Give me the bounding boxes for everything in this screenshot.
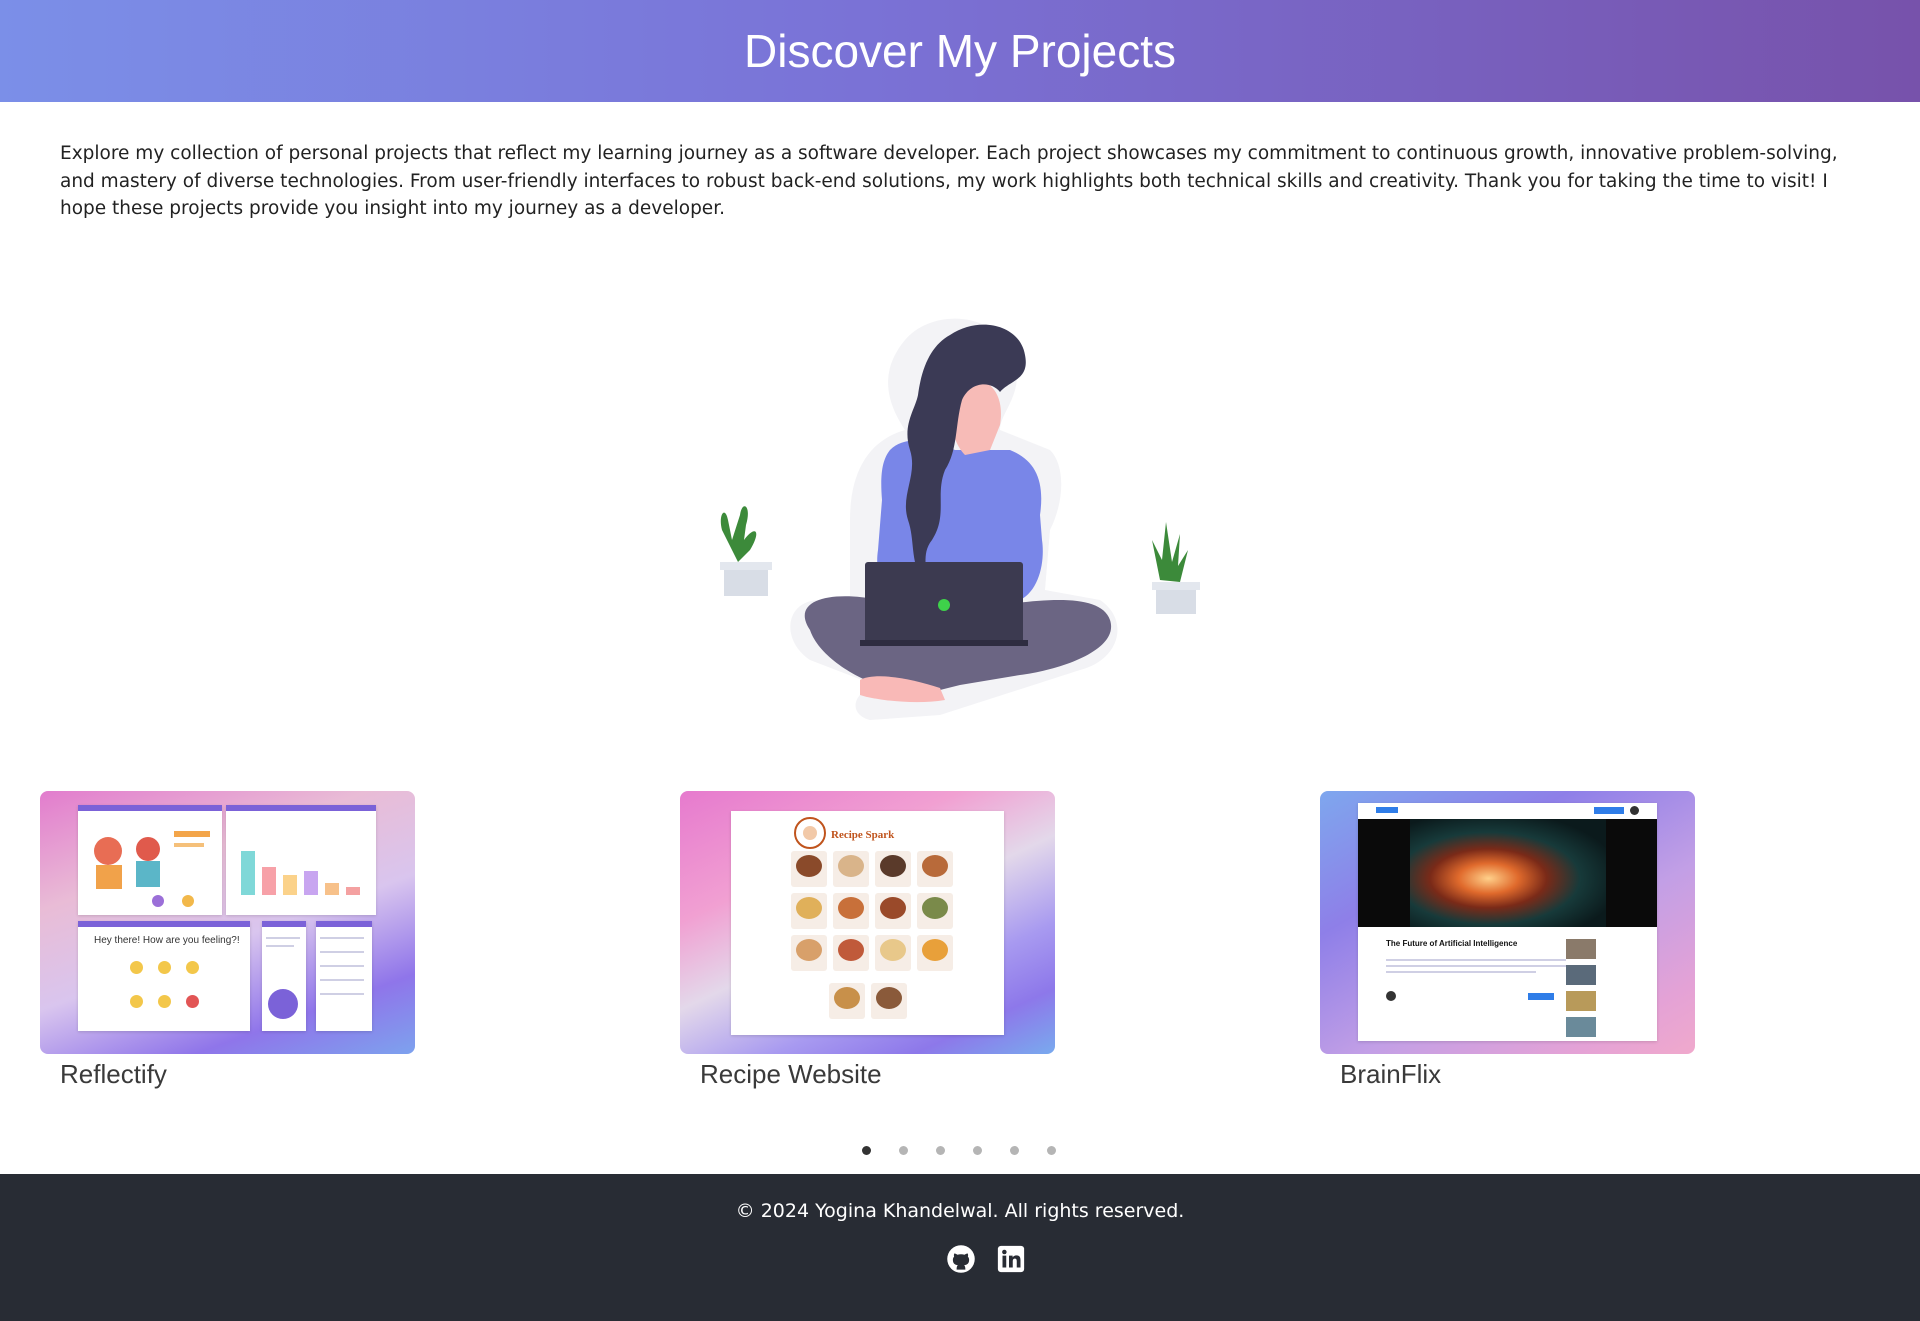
screenshot-chart-panel <box>226 805 376 915</box>
carousel-pagination <box>862 1146 1056 1155</box>
project-card-recipe-website[interactable]: Recipe Spark Recipe Website <box>680 791 1055 1089</box>
site-header: Discover My Projects <box>0 0 1920 102</box>
social-links <box>946 1244 1026 1274</box>
page-title: Discover My Projects <box>744 25 1176 77</box>
emoji-icon <box>186 995 199 1008</box>
emoji-icon <box>130 995 143 1008</box>
mood-question: Hey there! How are you feeling?! <box>94 935 240 946</box>
video-player <box>1358 819 1657 927</box>
screenshot-panel: Recipe Spark <box>731 811 1004 1035</box>
linkedin-icon[interactable] <box>996 1244 1026 1274</box>
project-thumbnail[interactable]: Hey there! How are you feeling?! <box>40 791 415 1054</box>
video-title: The Future of Artificial Intelligence <box>1386 939 1518 948</box>
project-title[interactable]: Reflectify <box>60 1059 167 1090</box>
emoji-icon <box>158 961 171 974</box>
project-title[interactable]: BrainFlix <box>1340 1059 1441 1090</box>
screenshot-panel <box>316 921 372 1031</box>
carousel-dot[interactable] <box>862 1146 871 1155</box>
carousel-dot[interactable] <box>1047 1146 1056 1155</box>
upload-button <box>1594 807 1624 814</box>
recipe-site-title: Recipe Spark <box>831 829 895 841</box>
illustration-people <box>94 831 210 907</box>
project-card-brainflix[interactable]: The Future of Artificial Intelligence Br… <box>1320 791 1695 1089</box>
emoji-icon <box>158 995 171 1008</box>
copyright-text: © 2024 Yogina Khandelwal. All rights res… <box>735 1200 1185 1222</box>
project-thumbnail[interactable]: The Future of Artificial Intelligence <box>1320 791 1695 1054</box>
developer-illustration <box>720 318 1200 720</box>
screenshot-panel: The Future of Artificial Intelligence <box>1358 803 1657 1041</box>
github-icon[interactable] <box>946 1244 976 1274</box>
carousel-dot[interactable] <box>899 1146 908 1155</box>
project-title[interactable]: Recipe Website <box>700 1059 882 1090</box>
screenshot-panel <box>78 805 222 915</box>
emoji-icon <box>130 961 143 974</box>
chef-logo-icon <box>794 817 826 849</box>
emoji-icon <box>186 961 199 974</box>
project-card-reflectify[interactable]: Hey there! How are you feeling?! Reflect… <box>40 791 415 1089</box>
carousel-dot[interactable] <box>1010 1146 1019 1155</box>
avatar <box>1630 806 1639 815</box>
carousel-dot[interactable] <box>936 1146 945 1155</box>
site-footer: © 2024 Yogina Khandelwal. All rights res… <box>0 1174 1920 1321</box>
brainflix-logo <box>1376 807 1398 813</box>
screenshot-panel <box>262 921 306 1031</box>
carousel-dot[interactable] <box>973 1146 982 1155</box>
project-thumbnail[interactable]: Recipe Spark <box>680 791 1055 1054</box>
bar-chart-thumbnail <box>241 851 360 895</box>
intro-paragraph: Explore my collection of personal projec… <box>60 143 1838 219</box>
screenshot-mood-panel: Hey there! How are you feeling?! <box>78 921 250 1031</box>
